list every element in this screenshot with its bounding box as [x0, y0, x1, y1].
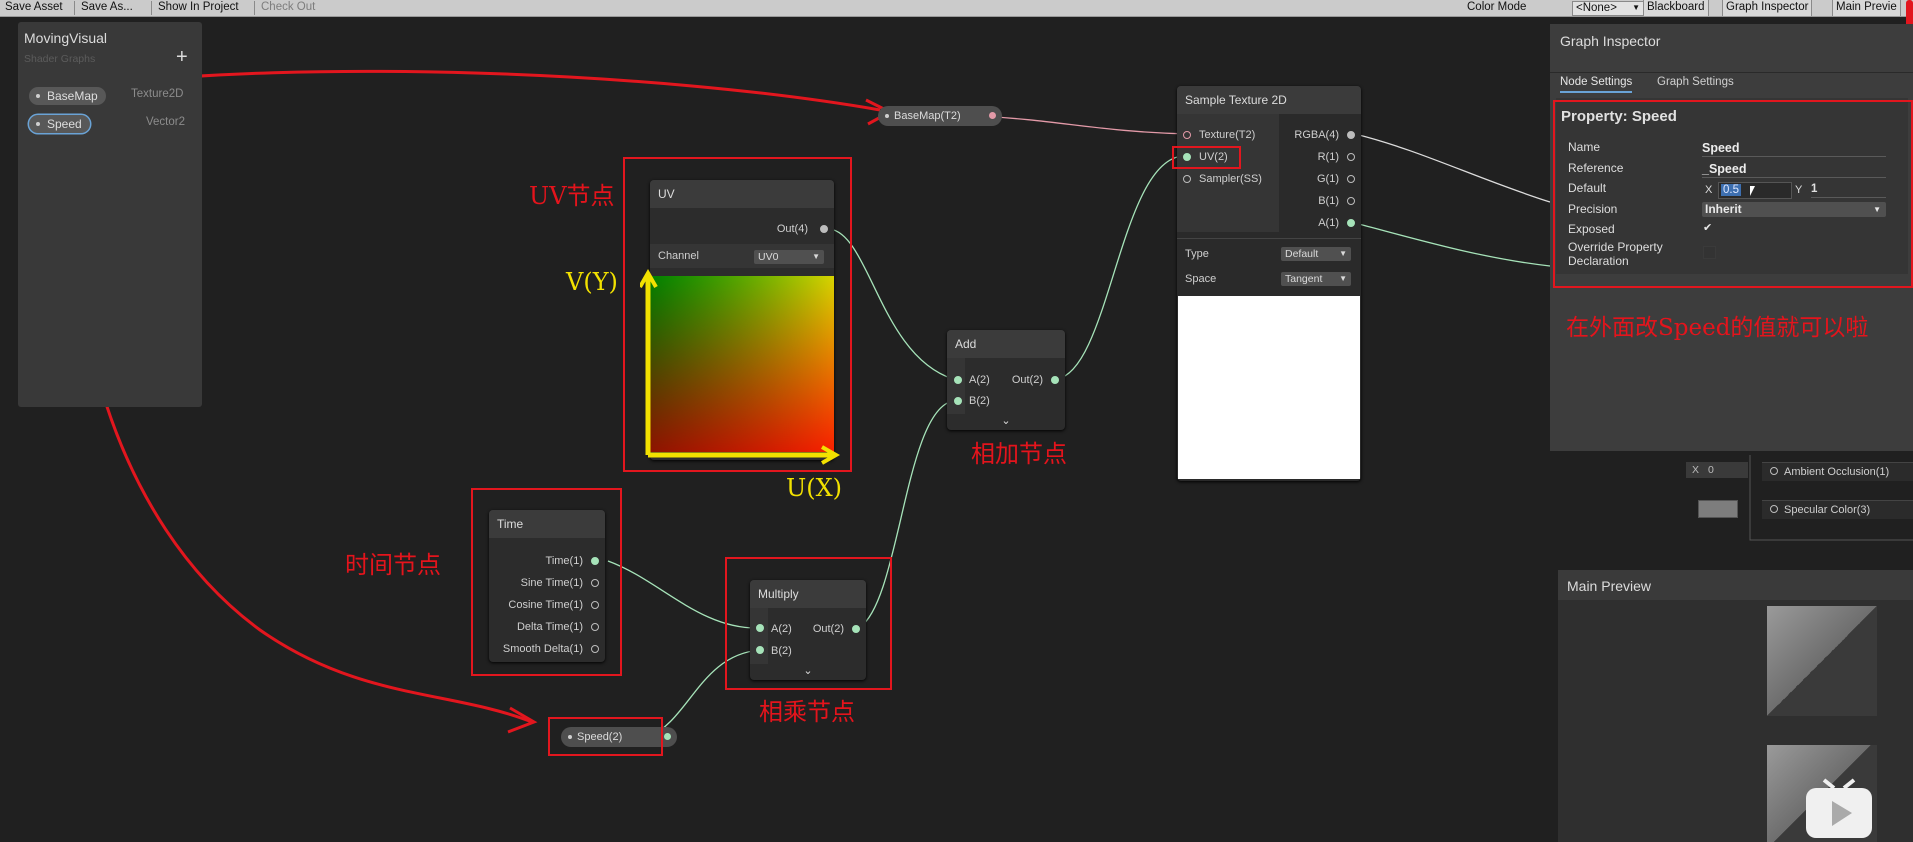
basemap-property-node[interactable]: BaseMap(T2): [878, 106, 1002, 126]
ambient-occlusion-slot[interactable]: Ambient Occlusion(1): [1762, 462, 1913, 481]
output-port[interactable]: [1347, 197, 1355, 205]
specular-color-swatch[interactable]: [1698, 500, 1738, 518]
blackboard-toggle[interactable]: Blackboard: [1643, 0, 1709, 16]
space-value: Tangent: [1285, 273, 1323, 285]
multiply-node-highlight: [725, 557, 892, 690]
blackboard-panel: MovingVisual Shader Graphs + BaseMap Tex…: [18, 22, 202, 407]
speed-note-annotation: 在外面改Speed的值就可以啦: [1566, 315, 1869, 341]
property-name: Speed: [47, 117, 82, 131]
space-label: Space: [1185, 273, 1217, 285]
property-pill-speed[interactable]: Speed: [29, 115, 90, 133]
output-port[interactable]: [1347, 131, 1355, 139]
input-port[interactable]: [1183, 175, 1191, 183]
output-label: R(1): [1317, 151, 1339, 163]
output-port[interactable]: [1051, 376, 1059, 384]
speed-node-highlight: [548, 717, 663, 756]
node-title: Add: [947, 330, 1065, 358]
texture-preview: [1178, 296, 1360, 479]
slot-label: Ambient Occlusion(1): [1784, 466, 1890, 478]
time-node-highlight: [471, 488, 622, 676]
uv-node-highlight: [623, 157, 852, 472]
input-label: B(2): [969, 395, 990, 407]
add-node[interactable]: Add A(2) B(2) Out(2) ⌄: [947, 330, 1065, 430]
u-axis-annotation: U(X): [786, 474, 843, 502]
chevron-down-icon: ▼: [1632, 3, 1640, 12]
x-value: 0: [1707, 464, 1714, 476]
input-label: Texture(T2): [1199, 129, 1256, 141]
blackboard-title: MovingVisual: [24, 30, 108, 46]
ao-default-field[interactable]: X 0: [1686, 462, 1748, 478]
specular-color-slot[interactable]: Specular Color(3): [1762, 500, 1913, 519]
input-port[interactable]: [1770, 505, 1778, 513]
output-port[interactable]: [1347, 175, 1355, 183]
tab-graph-settings[interactable]: Graph Settings: [1657, 76, 1734, 88]
chevron-down-icon: ▼: [1339, 249, 1347, 258]
main-preview-toggle[interactable]: Main Previe: [1832, 0, 1901, 16]
main-preview-title: Main Preview: [1567, 578, 1652, 594]
save-asset-button[interactable]: Save Asset: [2, 0, 66, 16]
type-value: Default: [1285, 248, 1319, 260]
multiply-node-annotation: 相乘节点: [759, 698, 855, 726]
input-port[interactable]: [1770, 467, 1778, 475]
output-port[interactable]: [1347, 153, 1355, 161]
output-label: RGBA(4): [1294, 129, 1339, 141]
output-port[interactable]: [664, 733, 671, 740]
blackboard-subtitle: Shader Graphs: [24, 53, 96, 65]
type-label: Type: [1185, 248, 1209, 260]
output-label: Out(2): [1011, 374, 1043, 386]
property-pill-basemap[interactable]: BaseMap: [29, 87, 106, 105]
input-label: A(2): [969, 374, 990, 386]
color-mode-value: <None>: [1576, 2, 1617, 14]
property-node-label: BaseMap(T2): [894, 110, 961, 122]
output-label: B(1): [1318, 195, 1339, 207]
type-dropdown[interactable]: Default ▼: [1281, 247, 1351, 261]
input-port[interactable]: [954, 376, 962, 384]
uv-input-highlight: [1172, 146, 1241, 169]
video-play-icon: [1806, 778, 1872, 838]
main-preview-panel: Main Preview: [1558, 570, 1913, 842]
input-port[interactable]: [954, 397, 962, 405]
property-type: Vector2: [146, 116, 185, 128]
output-label: A(1): [1318, 217, 1339, 229]
input-label: Sampler(SS): [1199, 173, 1262, 185]
v-axis-annotation: V(Y): [566, 268, 618, 296]
tab-node-settings[interactable]: Node Settings: [1560, 76, 1633, 93]
property-type: Texture2D: [131, 88, 184, 100]
add-property-button[interactable]: +: [176, 46, 188, 69]
time-node-annotation: 时间节点: [345, 551, 441, 579]
toolbar: Save Asset Save As... Show In Project Ch…: [0, 0, 1913, 17]
show-in-project-button[interactable]: Show In Project: [155, 0, 242, 16]
output-label: G(1): [1317, 173, 1339, 185]
uv-node-annotation: UV节点: [529, 182, 615, 210]
property-highlight: [1553, 100, 1913, 288]
property-name: BaseMap: [47, 89, 98, 103]
save-as-button[interactable]: Save As...: [78, 0, 136, 16]
chevron-down-icon: ▼: [1339, 274, 1347, 283]
color-mode-label: Color Mode: [1467, 1, 1527, 13]
preview-shape: [1767, 606, 1877, 716]
check-out-button[interactable]: Check Out: [258, 0, 318, 16]
color-mode-dropdown[interactable]: <None> ▼: [1572, 1, 1644, 16]
graph-inspector-toggle[interactable]: Graph Inspector: [1722, 0, 1813, 16]
add-node-annotation: 相加节点: [971, 440, 1067, 468]
space-dropdown[interactable]: Tangent ▼: [1281, 272, 1351, 286]
slot-label: Specular Color(3): [1784, 504, 1871, 516]
node-title: Sample Texture 2D: [1177, 86, 1361, 114]
inspector-title: Graph Inspector: [1560, 33, 1661, 49]
output-port[interactable]: [1347, 219, 1355, 227]
x-label: X: [1692, 464, 1700, 476]
expand-chevron-icon[interactable]: ⌄: [947, 414, 1065, 430]
output-port[interactable]: [989, 112, 996, 119]
input-port[interactable]: [1183, 131, 1191, 139]
